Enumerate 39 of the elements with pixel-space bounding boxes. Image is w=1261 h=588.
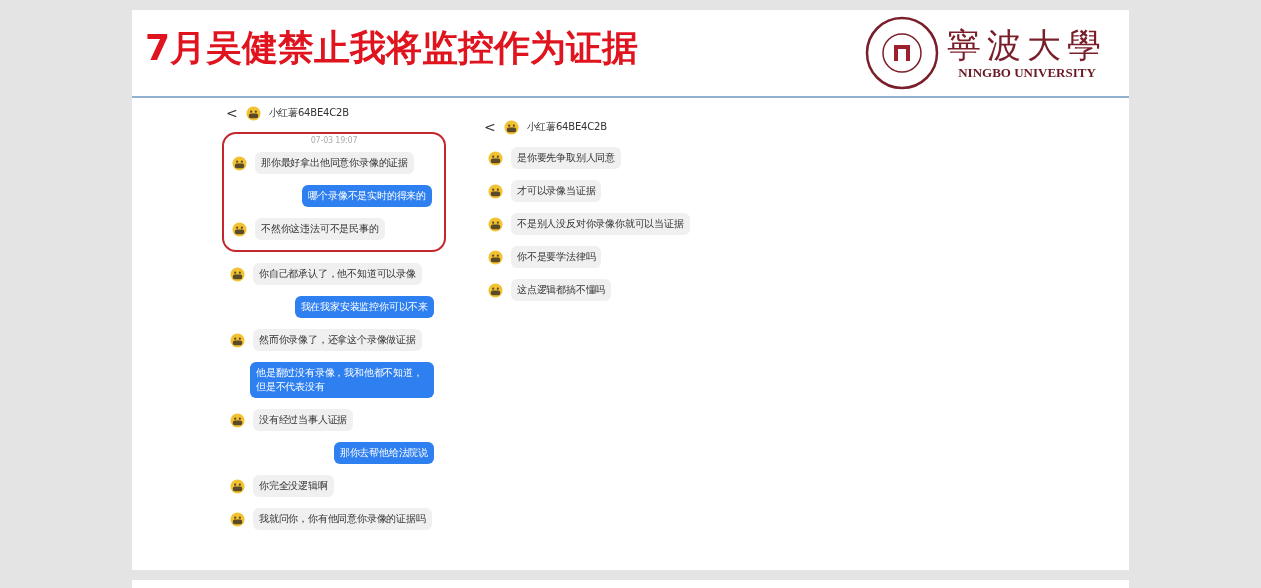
message-bubble: 那你最好拿出他同意你录像的证据 <box>255 152 414 174</box>
message-bubble: 不是别人没反对你录像你就可以当证据 <box>511 213 690 235</box>
university-emblem-icon <box>865 16 939 90</box>
avatar-icon <box>503 119 519 135</box>
message-bubble: 这点逻辑都搞不懂吗 <box>511 279 612 301</box>
message-bubble: 是你要先争取别人同意 <box>511 147 621 169</box>
contact-name: 小红薯64BE4C2B <box>268 106 349 120</box>
avatar-icon <box>230 412 245 428</box>
message-bubble: 他是翻过没有录像，我和他都不知道，但是不代表没有 <box>250 362 434 398</box>
avatar-icon <box>230 266 245 282</box>
message-bubble: 哪个录像不是实时的得来的 <box>302 185 432 207</box>
message-bubble: 我在我家安装监控你可以不来 <box>294 296 434 318</box>
avatar-icon <box>488 150 503 166</box>
back-button[interactable]: < <box>226 106 238 120</box>
avatar-icon <box>488 183 503 199</box>
avatar-icon <box>488 249 503 265</box>
message-bubble: 然而你录像了，还拿这个录像做证据 <box>253 329 422 351</box>
avatar-icon <box>488 216 503 232</box>
message-bubble: 你自己都承认了，他不知道可以录像 <box>253 263 422 285</box>
message-bubble: 才可以录像当证据 <box>511 180 602 202</box>
message-bubble: 不然你这违法可不是民事的 <box>255 218 385 240</box>
avatar-icon <box>245 105 261 121</box>
avatar-icon <box>230 332 245 348</box>
university-name: 寧波大學 <box>947 25 1107 65</box>
message-bubble: 我就问你，你有他同意你录像的证据吗 <box>253 508 432 530</box>
back-button[interactable]: < <box>484 120 496 134</box>
avatar-icon <box>232 221 247 237</box>
avatar-icon <box>230 511 245 527</box>
contact-name: 小红薯64BE4C2B <box>526 120 607 134</box>
university-name-english: NINGBO UNIVERSITY <box>958 65 1096 81</box>
avatar-icon <box>232 155 247 171</box>
message-bubble: 你完全没逻辑啊 <box>253 475 334 497</box>
message-bubble: 那你去帮他给法院说 <box>333 442 434 464</box>
message-bubble: 你不是要学法律吗 <box>511 246 602 268</box>
message-bubble: 没有经过当事人证据 <box>253 409 354 431</box>
slide-title: 7月吴健禁止我将监控作为证据 <box>145 25 639 70</box>
avatar-icon <box>488 282 503 298</box>
avatar-icon <box>230 478 245 494</box>
timestamp: 07-03 19:07 <box>309 136 359 145</box>
